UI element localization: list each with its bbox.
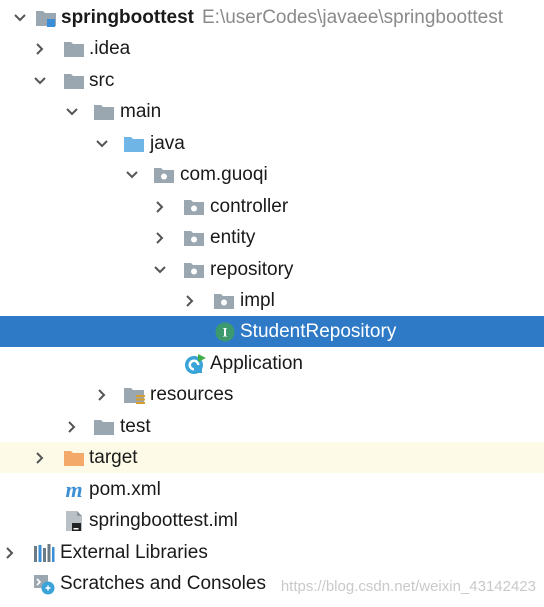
resources-folder-icon <box>123 384 145 406</box>
test-label: test <box>120 416 151 437</box>
project-name: springboottest <box>61 7 194 28</box>
chevron-right-icon[interactable] <box>0 537 20 568</box>
project-tree: springboottest E:\userCodes\javaee\spring… <box>0 0 544 607</box>
folder-icon <box>93 416 115 438</box>
chevron-right-icon[interactable] <box>92 379 112 410</box>
tree-row-src[interactable]: src <box>0 65 544 96</box>
module-folder-icon <box>35 7 57 29</box>
chevron-right-icon[interactable] <box>62 411 82 442</box>
external-libraries-label: External Libraries <box>60 542 208 563</box>
resources-label: resources <box>150 384 234 405</box>
src-label: src <box>89 70 115 91</box>
project-path: E:\userCodes\javaee\springboottest <box>202 7 504 28</box>
idea-label: .idea <box>89 38 131 59</box>
tree-row-external-libraries[interactable]: External Libraries <box>0 537 544 568</box>
chevron-right-icon[interactable] <box>150 191 170 222</box>
chevron-right-icon[interactable] <box>150 222 170 253</box>
chevron-right-icon[interactable] <box>180 285 200 316</box>
chevron-down-icon[interactable] <box>62 96 82 127</box>
chevron-down-icon[interactable] <box>92 128 112 159</box>
chevron-down-icon[interactable] <box>150 254 170 285</box>
package-icon <box>183 196 205 218</box>
target-label: target <box>89 447 138 468</box>
application-label: Application <box>210 353 303 374</box>
controller-label: controller <box>210 196 289 217</box>
spring-class-icon <box>184 353 206 375</box>
source-folder-icon <box>123 133 145 155</box>
chevron-down-icon[interactable] <box>122 159 142 190</box>
interface-icon: I <box>214 321 236 343</box>
tree-row-student-repository[interactable]: I StudentRepository <box>0 316 544 347</box>
package-icon <box>183 227 205 249</box>
tree-row-package[interactable]: com.guoqi <box>0 159 544 190</box>
tree-row-application[interactable]: Application <box>0 348 544 379</box>
watermark-text: https://blog.csdn.net/weixin_43142423 <box>280 578 536 595</box>
tree-row-java[interactable]: java <box>0 128 544 159</box>
chevron-right-icon[interactable] <box>30 33 50 64</box>
scratches-label: Scratches and Consoles <box>60 573 266 594</box>
tree-row-impl[interactable]: impl <box>0 285 544 316</box>
maven-badge: m <box>65 477 82 502</box>
excluded-folder-icon <box>63 447 85 469</box>
tree-row-idea[interactable]: .idea <box>0 33 544 64</box>
impl-label: impl <box>240 290 275 311</box>
java-label: java <box>150 133 185 154</box>
package-icon <box>153 164 175 186</box>
libraries-icon <box>33 542 55 564</box>
iml-file-icon <box>63 510 85 532</box>
student-repository-label: StudentRepository <box>240 321 397 342</box>
folder-icon <box>63 70 85 92</box>
tree-row-controller[interactable]: controller <box>0 191 544 222</box>
scratches-icon <box>33 573 55 595</box>
folder-icon <box>63 38 85 60</box>
tree-row-project-root[interactable]: springboottest E:\userCodes\javaee\spring… <box>0 2 544 33</box>
project-name-label: springboottest E:\userCodes\javaee\spring… <box>61 2 503 33</box>
interface-badge: I <box>222 325 227 340</box>
entity-label: entity <box>210 227 256 248</box>
tree-row-entity[interactable]: entity <box>0 222 544 253</box>
tree-row-resources[interactable]: resources <box>0 379 544 410</box>
chevron-right-icon[interactable] <box>30 442 50 473</box>
main-label: main <box>120 101 162 122</box>
package-icon <box>183 259 205 281</box>
chevron-down-icon[interactable] <box>10 2 30 33</box>
package-label: com.guoqi <box>180 164 268 185</box>
folder-icon <box>93 101 115 123</box>
repository-label: repository <box>210 259 294 280</box>
iml-label: springboottest.iml <box>89 510 238 531</box>
tree-row-test[interactable]: test <box>0 411 544 442</box>
chevron-down-icon[interactable] <box>30 65 50 96</box>
tree-row-main[interactable]: main <box>0 96 544 127</box>
maven-icon: m <box>63 477 85 502</box>
tree-row-repository[interactable]: repository <box>0 254 544 285</box>
pom-label: pom.xml <box>89 479 161 500</box>
tree-row-pom[interactable]: m pom.xml <box>0 474 544 505</box>
package-icon <box>213 290 235 312</box>
tree-row-target[interactable]: target <box>0 442 544 473</box>
tree-row-iml[interactable]: springboottest.iml <box>0 505 544 536</box>
